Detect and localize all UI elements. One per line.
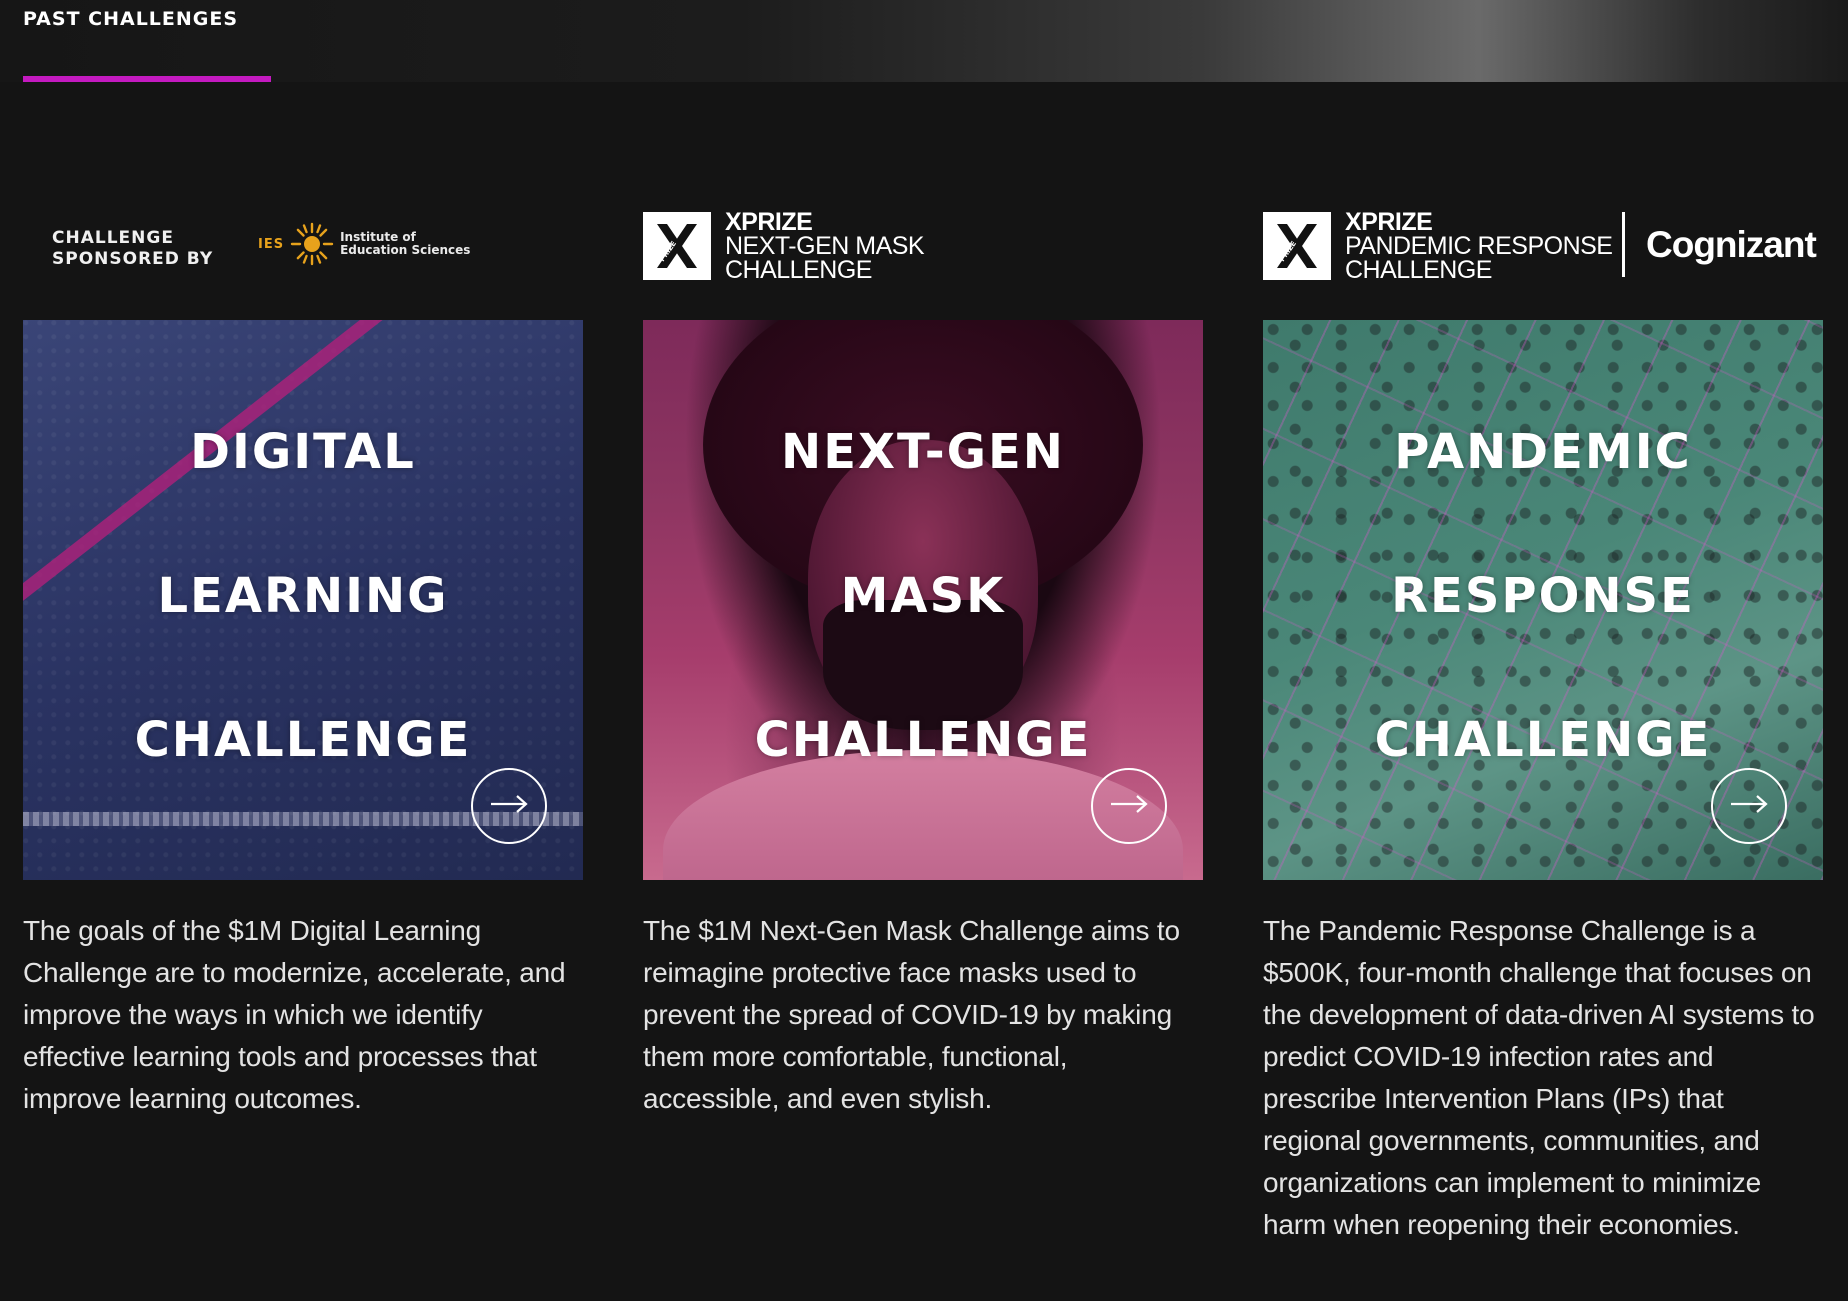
logo-divider: [1622, 212, 1625, 277]
sponsored-by-line2: SPONSORED BY: [52, 249, 214, 269]
arrow-right-icon: [1729, 794, 1769, 819]
card-arrow-button[interactable]: [1091, 768, 1167, 844]
card-title-line3: CHALLENGE: [754, 712, 1092, 768]
challenge-column-next-gen-mask: PRIZE XPRIZE NEXT-GEN MASK CHALLENGE NEX…: [643, 200, 1203, 1120]
active-tab-indicator: [23, 76, 271, 82]
cognizant-logo[interactable]: Cognizant: [1646, 224, 1817, 266]
sponsor-header: PRIZE XPRIZE NEXT-GEN MASK CHALLENGE: [643, 200, 1203, 320]
challenge-card-next-gen-mask[interactable]: NEXT-GEN MASK CHALLENGE: [643, 320, 1203, 880]
card-title-line3: CHALLENGE: [134, 712, 472, 768]
challenge-description: The $1M Next-Gen Mask Challenge aims to …: [643, 915, 1180, 1114]
xprize-line2: CHALLENGE: [1345, 256, 1492, 284]
xprize-logo-text: XPRIZE PANDEMIC RESPONSE CHALLENGE: [1345, 208, 1613, 284]
ies-logo-text: Institute of Education Sciences: [340, 231, 470, 257]
arrow-right-icon: [489, 794, 529, 819]
sponsor-header: CHALLENGE SPONSORED BY IES Institute of …: [23, 200, 583, 320]
challenge-description: The goals of the $1M Digital Learning Ch…: [23, 915, 566, 1114]
xprize-logo-text: XPRIZE NEXT-GEN MASK CHALLENGE: [725, 208, 925, 284]
tab-past-challenges[interactable]: PAST CHALLENGES: [23, 8, 238, 30]
xprize-line1: PANDEMIC RESPONSE: [1345, 232, 1613, 260]
challenge-description: The Pandemic Response Challenge is a $50…: [1263, 915, 1815, 1240]
sponsored-by-label: CHALLENGE SPONSORED BY: [52, 228, 213, 270]
challenge-column-digital-learning: CHALLENGE SPONSORED BY IES Institute of …: [23, 200, 583, 1120]
card-title-line1: NEXT-GEN: [781, 424, 1065, 480]
challenge-card-digital-learning[interactable]: DIGITAL LEARNING CHALLENGE: [23, 320, 583, 880]
xprize-line1: NEXT-GEN MASK: [725, 232, 925, 260]
sponsor-header: PRIZE XPRIZE PANDEMIC RESPONSE CHALLENGE…: [1263, 200, 1823, 320]
sponsored-by-line1: CHALLENGE: [52, 228, 174, 248]
card-title-line2: MASK: [840, 568, 1006, 624]
card-arrow-button[interactable]: [1711, 768, 1787, 844]
top-banner: PAST CHALLENGES: [0, 0, 1848, 82]
challenge-card-pandemic-response[interactable]: PANDEMIC RESPONSE CHALLENGE: [1263, 320, 1823, 880]
card-arrow-button[interactable]: [471, 768, 547, 844]
card-title-line2: RESPONSE: [1391, 568, 1695, 624]
xprize-logo[interactable]: PRIZE XPRIZE NEXT-GEN MASK CHALLENGE: [643, 208, 925, 284]
ies-sun-icon: [290, 222, 334, 266]
card-title-line1: PANDEMIC: [1394, 424, 1692, 480]
card-title-line3: CHALLENGE: [1374, 712, 1712, 768]
xprize-logo[interactable]: PRIZE XPRIZE PANDEMIC RESPONSE CHALLENGE: [1263, 208, 1613, 284]
xprize-line2: CHALLENGE: [725, 256, 872, 284]
ies-logo-mark: IES: [258, 236, 285, 252]
xprize-brand: XPRIZE: [1345, 208, 1433, 236]
xprize-brand: XPRIZE: [725, 208, 813, 236]
xprize-x-icon: PRIZE: [1263, 212, 1331, 280]
ies-line2: Education Sciences: [340, 243, 471, 257]
card-title-line2: LEARNING: [157, 568, 449, 624]
ies-logo[interactable]: IES Institute of Education Sciences: [258, 222, 470, 266]
card-title-line1: DIGITAL: [190, 424, 416, 480]
challenge-column-pandemic-response: PRIZE XPRIZE PANDEMIC RESPONSE CHALLENGE…: [1263, 200, 1823, 1246]
arrow-right-icon: [1109, 794, 1149, 819]
xprize-x-icon: PRIZE: [643, 212, 711, 280]
